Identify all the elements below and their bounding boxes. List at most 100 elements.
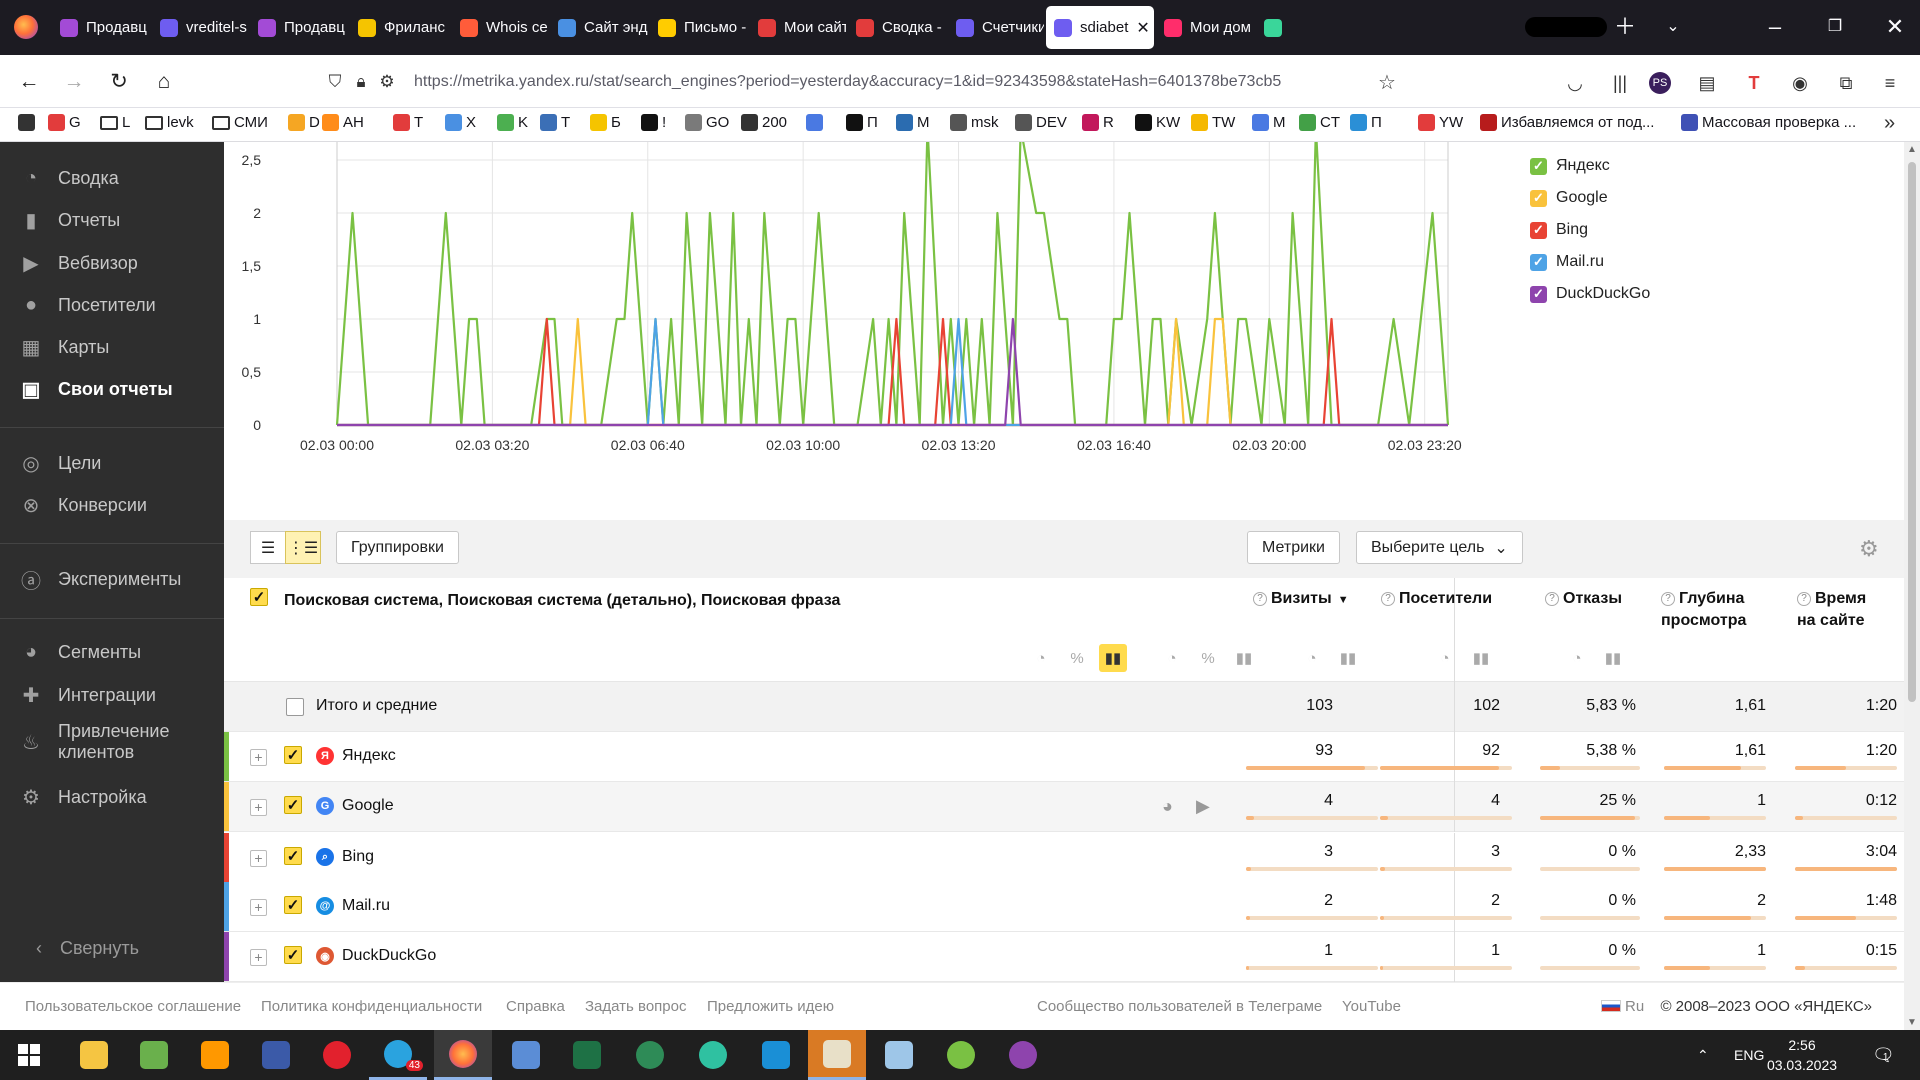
system-clock[interactable]: 2:56 03.03.2023: [1762, 1035, 1842, 1075]
expand-plus-icon[interactable]: +: [250, 850, 267, 867]
metric-header[interactable]: ? Глубина просмотра: [1661, 588, 1771, 632]
pie-chart-icon[interactable]: ◔: [1027, 644, 1055, 672]
browser-tab[interactable]: Whois cep: [452, 6, 548, 49]
play-icon[interactable]: ▶: [1196, 796, 1210, 817]
table-row[interactable]: + ✓ ⌕ Bing 3 3 0 % 2,33 3:04: [224, 833, 1904, 883]
search-engines-line-chart[interactable]: 0 0,5 1 1,5 2 2,5 02.03 00:00 02.03 03:20 02.03 …: [224, 142, 1524, 520]
browser-tab[interactable]: Сводка -: [848, 6, 946, 49]
bookmark-item[interactable]: TW: [1191, 114, 1235, 131]
bookmark-item[interactable]: T: [540, 114, 570, 131]
back-button[interactable]: ←: [12, 65, 46, 99]
help-question-icon[interactable]: ?: [1253, 592, 1267, 606]
ps-extension-icon[interactable]: PS: [1649, 72, 1671, 94]
bookmark-item[interactable]: D: [288, 114, 320, 131]
bookmark-item[interactable]: KW: [1135, 114, 1180, 131]
legend-checkbox-icon[interactable]: ✓: [1530, 157, 1547, 175]
pie-chart-icon[interactable]: ◔: [1298, 644, 1326, 672]
url-bar[interactable]: ⛉ 🔒︎ ⚙ https://metrika.yandex.ru/stat/se…: [322, 64, 1402, 100]
help-question-icon[interactable]: ?: [1545, 592, 1559, 606]
taskbar-file-explorer[interactable]: [65, 1030, 123, 1080]
forward-button[interactable]: →: [57, 65, 91, 99]
footer-link-help[interactable]: Справка: [506, 998, 565, 1015]
legend-item[interactable]: ✓ Mail.ru: [1530, 246, 1650, 278]
sidebar-item[interactable]: ● Посетители: [0, 289, 224, 321]
browser-tab[interactable]: Фриланс: [350, 6, 450, 49]
sidebar-item[interactable]: ✚ Интеграции: [0, 679, 224, 711]
url-text[interactable]: https://metrika.yandex.ru/stat/search_en…: [414, 73, 1372, 91]
sidebar-item[interactable]: ⚙ Настройка: [0, 781, 224, 813]
bookmark-item[interactable]: K: [497, 114, 528, 131]
library-icon[interactable]: |||: [1606, 69, 1634, 97]
taskbar-graph-app[interactable]: [684, 1030, 742, 1080]
taskbar-mask-app[interactable]: [994, 1030, 1052, 1080]
taskbar-x-app[interactable]: [747, 1030, 805, 1080]
bookmark-item[interactable]: 200: [741, 114, 787, 131]
notifications-icon[interactable]: 🗨︎ 1: [1872, 1030, 1895, 1080]
home-icon[interactable]: ⌂: [147, 65, 181, 99]
taskbar-excel[interactable]: [558, 1030, 616, 1080]
help-question-icon[interactable]: ?: [1661, 592, 1675, 606]
bar-chart-icon[interactable]: ▮▮: [1599, 644, 1627, 672]
metric-header[interactable]: ? Посетители: [1381, 588, 1511, 610]
taskbar-monitor-app[interactable]: [870, 1030, 928, 1080]
pocket-icon[interactable]: ◡: [1561, 69, 1589, 97]
collapse-sidebar-button[interactable]: ‹ Свернуть: [36, 938, 139, 959]
taskbar-notes-app[interactable]: [808, 1030, 866, 1080]
tab-close-icon[interactable]: ✕: [1136, 18, 1149, 38]
legend-item[interactable]: ✓ Google: [1530, 182, 1650, 214]
browser-tab[interactable]: Мои сайт: [750, 6, 846, 49]
pie-chart-icon[interactable]: ◔: [1431, 644, 1459, 672]
row-checkbox[interactable]: ✓: [284, 796, 302, 814]
sidebar-item[interactable]: ▶ Вебвизор: [0, 247, 224, 279]
close-window-button[interactable]: ✕: [1878, 12, 1912, 42]
sidebar-item[interactable]: ♨ Привлечение клиентов: [0, 720, 224, 764]
percent-icon[interactable]: %: [1063, 644, 1091, 672]
table-row[interactable]: + ✓ ◉ DuckDuckGo 1 1 0 % 1 0:15: [224, 932, 1904, 982]
footer-link-youtube[interactable]: YouTube: [1342, 998, 1401, 1015]
bookmark-item[interactable]: [18, 114, 39, 131]
bookmark-item[interactable]: levk: [145, 114, 194, 131]
taskbar-paint[interactable]: [125, 1030, 183, 1080]
bookmark-item[interactable]: T: [393, 114, 423, 131]
minimize-button[interactable]: –: [1758, 12, 1792, 42]
bookmark-item[interactable]: R: [1082, 114, 1114, 131]
sidebar-item[interactable]: ▣ Свои отчеты: [0, 373, 224, 405]
taskbar-green-app[interactable]: [932, 1030, 990, 1080]
metric-header[interactable]: ? Время на сайте: [1797, 588, 1887, 632]
metrics-button[interactable]: Метрики: [1247, 531, 1340, 564]
bookmark-item[interactable]: CT: [1299, 114, 1340, 131]
taskbar-app-green-drop[interactable]: [621, 1030, 679, 1080]
bookmark-star-icon[interactable]: ☆: [1372, 70, 1402, 95]
tree-view-button[interactable]: ⋮☰: [285, 531, 321, 564]
sidebar-item[interactable]: ◎ Цели: [0, 447, 224, 479]
bar-chart-icon[interactable]: ▮▮: [1230, 644, 1258, 672]
expand-plus-icon[interactable]: +: [250, 949, 267, 966]
legend-checkbox-icon[interactable]: ✓: [1530, 221, 1547, 239]
scroll-thumb[interactable]: [1908, 162, 1916, 702]
page-scrollbar[interactable]: ▲ ▼: [1904, 142, 1920, 1030]
expand-plus-icon[interactable]: +: [250, 799, 267, 816]
taskbar-opera[interactable]: [308, 1030, 366, 1080]
bookmark-item[interactable]: DEV: [1015, 114, 1067, 131]
footer-link-telegram[interactable]: Сообщество пользователей в Телеграме: [1037, 998, 1322, 1015]
restore-button[interactable]: ❐: [1818, 12, 1852, 42]
taskbar-firefox[interactable]: [434, 1030, 492, 1080]
list-view-button[interactable]: ☰: [250, 531, 286, 564]
metric-header[interactable]: ? Отказы: [1545, 588, 1635, 610]
reload-button[interactable]: ↻: [102, 65, 136, 99]
bookmark-item[interactable]: СМИ: [212, 114, 268, 131]
legend-checkbox-icon[interactable]: ✓: [1530, 253, 1547, 271]
footer-link-privacy[interactable]: Политика конфиденциальности: [261, 998, 482, 1015]
bookmark-item[interactable]: [806, 114, 827, 131]
pie-chart-icon[interactable]: ◔: [1563, 644, 1591, 672]
taskbar-telegram[interactable]: 43: [369, 1030, 427, 1080]
bookmark-item[interactable]: Массовая проверка ...: [1681, 114, 1856, 131]
groupings-button[interactable]: Группировки: [336, 531, 459, 564]
vpn-extension-icon[interactable]: ◉: [1786, 69, 1814, 97]
bookmark-item[interactable]: YW: [1418, 114, 1463, 131]
footer-link-terms[interactable]: Пользовательское соглашение: [25, 998, 241, 1015]
footer-link-ask[interactable]: Задать вопрос: [585, 998, 686, 1015]
legend-checkbox-icon[interactable]: ✓: [1530, 285, 1547, 303]
bookmark-item[interactable]: П: [1350, 114, 1382, 131]
input-language[interactable]: ENG: [1734, 1030, 1764, 1080]
